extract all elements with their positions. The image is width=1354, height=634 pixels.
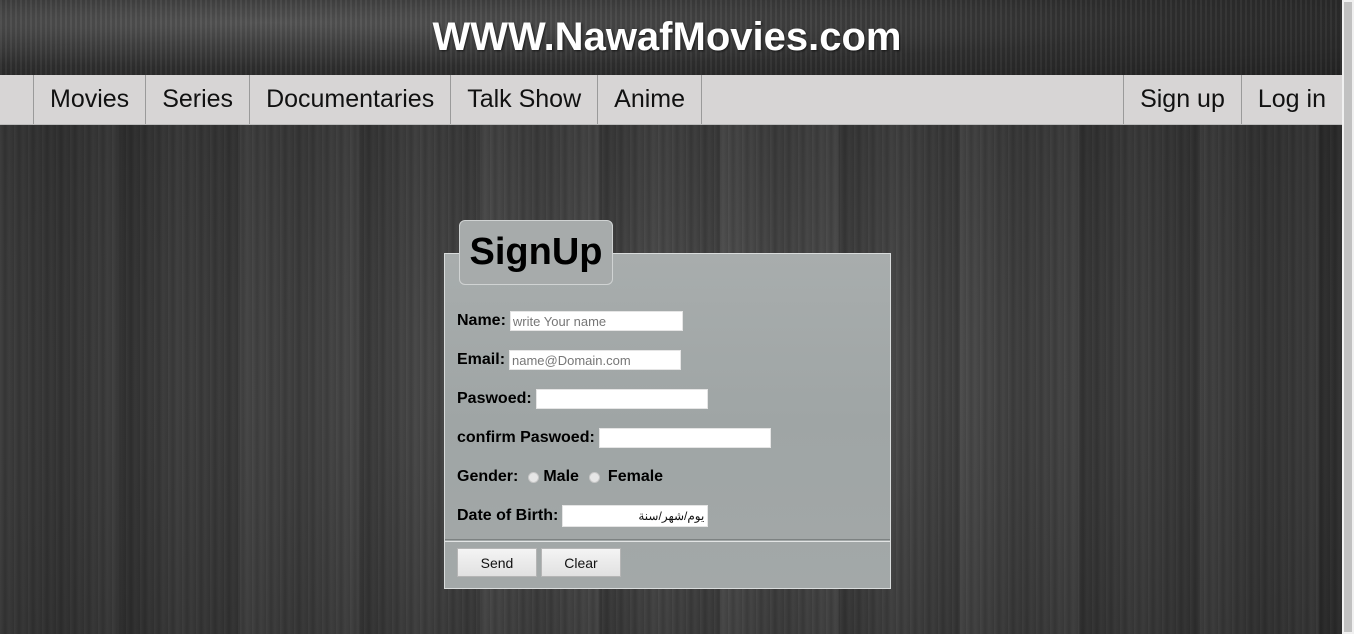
nav-item-talk-show[interactable]: Talk Show xyxy=(450,75,597,124)
send-button[interactable]: Send xyxy=(457,548,537,577)
dob-input[interactable]: يوم/شهر/سنة xyxy=(562,505,709,527)
email-row: Email: xyxy=(457,349,682,371)
email-input[interactable] xyxy=(509,350,682,370)
dob-row: Date of Birth: يوم/شهر/سنة xyxy=(457,505,709,527)
male-radio-icon[interactable] xyxy=(528,471,540,483)
name-label: Name: xyxy=(457,312,506,329)
form-divider xyxy=(445,539,890,542)
scrollbar-thumb[interactable] xyxy=(1344,2,1352,632)
female-option-label: Female xyxy=(607,468,664,485)
confirm-password-input[interactable] xyxy=(598,428,771,448)
nav-right-group: Sign up Log in xyxy=(1123,75,1342,125)
nav-item-series[interactable]: Series xyxy=(145,75,249,124)
dob-placeholder: يوم/شهر/سنة xyxy=(638,509,705,523)
vertical-scrollbar[interactable] xyxy=(1342,0,1354,634)
signup-legend: SignUp xyxy=(459,220,613,285)
gender-row: Gender: Male Female xyxy=(457,466,663,488)
nav-item-log-in[interactable]: Log in xyxy=(1240,75,1342,124)
dob-label: Date of Birth: xyxy=(457,507,559,524)
password-label: Paswoed: xyxy=(457,390,532,407)
nav-item-movies[interactable]: Movies xyxy=(33,75,145,124)
confirm-password-label: confirm Paswoed: xyxy=(457,429,595,446)
female-radio-icon[interactable] xyxy=(588,471,600,483)
male-option-label: Male xyxy=(543,468,579,485)
name-row: Name: xyxy=(457,310,683,332)
nav-item-anime[interactable]: Anime xyxy=(597,75,703,124)
confirm-password-row: confirm Paswoed: xyxy=(457,427,771,449)
site-title: WWW.NawafMovies.com xyxy=(432,15,902,59)
nav-item-sign-up[interactable]: Sign up xyxy=(1123,75,1241,124)
site-header: WWW.NawafMovies.com xyxy=(0,0,1342,75)
name-input[interactable] xyxy=(509,311,683,331)
password-row: Paswoed: xyxy=(457,388,708,410)
nav-left-group: Movies Series Documentaries Talk Show An… xyxy=(33,75,703,125)
nav-item-documentaries[interactable]: Documentaries xyxy=(249,75,450,124)
gender-label: Gender: xyxy=(457,468,519,485)
password-input[interactable] xyxy=(535,389,708,409)
clear-button[interactable]: Clear xyxy=(541,548,621,577)
main-navbar: Movies Series Documentaries Talk Show An… xyxy=(0,75,1342,125)
email-label: Email: xyxy=(457,351,506,368)
